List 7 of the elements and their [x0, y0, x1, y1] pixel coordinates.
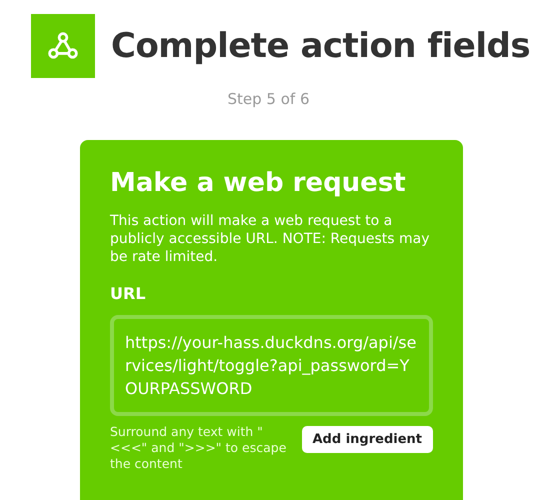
action-description: This action will make a web request to a publicly accessible URL. NOTE: Requests may be rate limited. — [110, 212, 430, 266]
action-title: Make a web request — [110, 168, 407, 198]
page-title: Complete action fields — [111, 26, 530, 66]
add-ingredient-button[interactable]: Add ingredient — [302, 426, 433, 453]
step-indicator: Step 5 of 6 — [226, 90, 310, 108]
field-hint: Surround any text with "<<<" and ">>>" to escape the content — [110, 424, 288, 472]
field-label: URL — [110, 284, 147, 303]
